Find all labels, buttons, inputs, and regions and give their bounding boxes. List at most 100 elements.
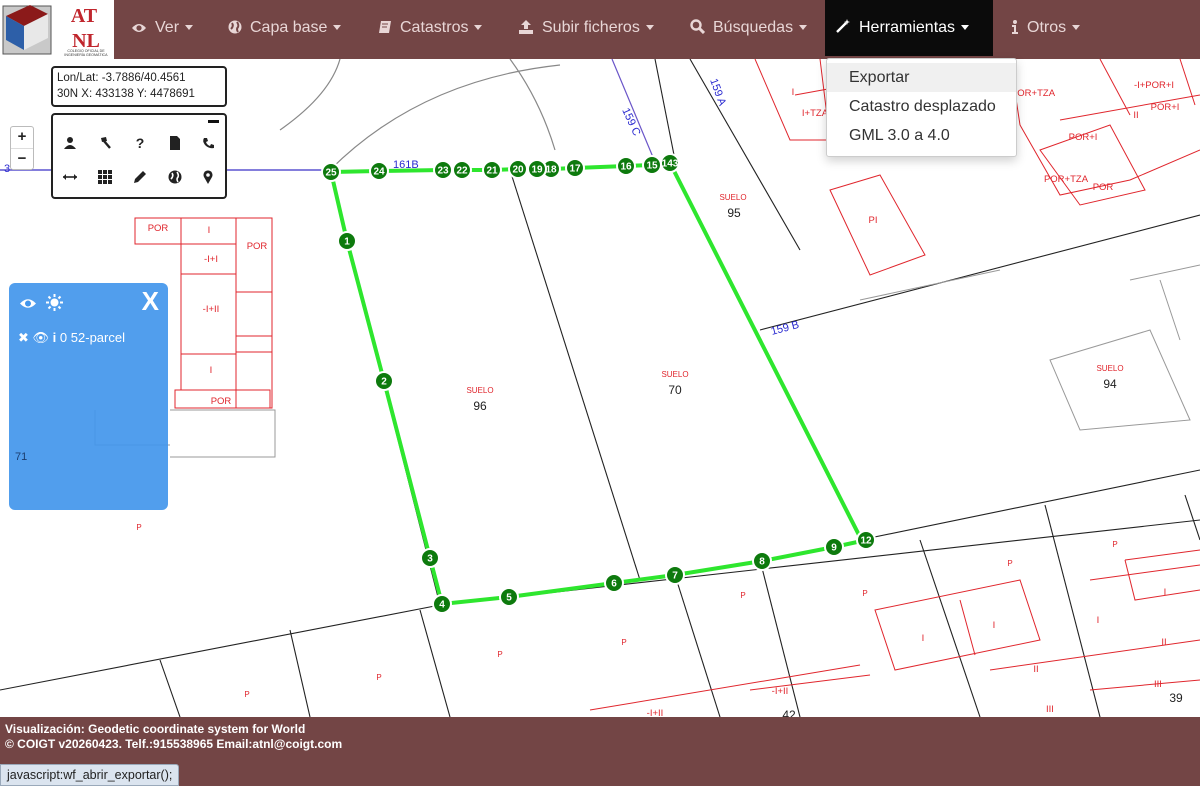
label-i-5: I [993,620,996,631]
parcel-vertex-20[interactable]: 20 [508,159,528,179]
label-ii-2: II [1161,637,1166,648]
top-navbar: NL AT COLEGIO OFICIAL DE INGENIERÍA GEOM… [0,0,1200,59]
svg-text:12: 12 [860,536,872,547]
label-p-6: P [621,638,626,647]
menu-catastro-desplazado[interactable]: Catastro desplazado [827,92,1016,121]
svg-text:4: 4 [439,600,445,611]
panel-close-button[interactable]: X [142,286,159,317]
coords-utm: 30N X: 433138 Y: 4478691 [57,88,195,100]
herramientas-dropdown: Exportar Catastro desplazado GML 3.0 a 4… [826,58,1017,157]
parcel-vertex-9[interactable]: 9 [824,537,844,557]
label-por-3: POR [211,396,232,407]
user-icon[interactable] [59,132,81,154]
label-iii-2: III [1046,704,1054,715]
minimize-icon[interactable] [208,120,219,123]
parcel-vertex-23[interactable]: 23 [433,160,453,180]
magic-wand-icon [836,19,850,33]
parcel-vertex-5[interactable]: 5 [499,587,519,607]
layer-eye-icon[interactable]: 👁 [33,330,50,345]
nav-herramientas-label: Herramientas [859,19,956,36]
layer-info-icon[interactable]: i [53,330,57,345]
nav-catastros[interactable]: Catastros [368,0,492,56]
label-ii-1: II [1133,110,1138,121]
parcel-vertex-16[interactable]: 16 [616,156,636,176]
parcel-vertex-24[interactable]: 24 [369,161,389,181]
label-pori-2: POR+I [1151,102,1180,113]
label-por-1: POR [148,223,169,234]
nav-ver[interactable]: Ver [121,0,203,56]
label-p-4: P [862,589,867,598]
label-i-7: I [1164,587,1167,598]
parcel-vertex-7[interactable]: 7 [665,565,685,585]
phone-icon[interactable] [197,132,219,154]
parcel-vertex-19[interactable]: 19 [527,159,547,179]
settings-sun-icon[interactable] [46,294,63,311]
nav-busquedas[interactable]: Búsquedas [680,0,817,56]
parcel-vertex-6[interactable]: 6 [604,573,624,593]
label-p-1: P [136,523,141,532]
label-i-1: I [208,225,211,236]
label-itza: I+TZA [802,108,829,119]
layer-name[interactable]: 52-parcel [71,330,125,345]
atnl-logo[interactable]: NL AT COLEGIO OFICIAL DE INGENIERÍA GEOM… [0,0,114,59]
parcel-vertex-2[interactable]: 2 [374,371,394,391]
visibility-eye-icon[interactable] [19,297,37,310]
label-suelo-70: SUELO [661,370,688,379]
file-icon[interactable] [164,132,186,154]
label-suelo-94: SUELO [1096,364,1123,373]
parcel-vertex-22[interactable]: 22 [452,160,472,180]
marker-icon[interactable] [197,166,219,188]
behind-parcel-number: 71 [15,451,28,463]
parcel-vertex-3[interactable]: 3 [420,548,440,568]
svg-text:15: 15 [646,161,658,172]
nav-herramientas[interactable]: Herramientas [825,0,993,56]
zoom-out-button[interactable]: − [11,148,33,169]
nav-otros[interactable]: Otros [1001,0,1090,56]
zoom-control: + − [10,126,34,170]
label-p-9: P [244,690,249,699]
label-portza-1: POR+TZA [1011,88,1056,99]
parcel-vertex-17[interactable]: 17 [565,158,585,178]
parcel-boundary[interactable] [328,160,865,607]
globe-icon [228,20,242,34]
pencil-icon[interactable] [129,166,151,188]
svg-text:22: 22 [456,166,468,177]
label-i-2: I [210,365,213,376]
parcel-number-95: 95 [727,206,741,220]
parcel-vertex-4[interactable]: 4 [432,594,452,614]
nav-subir-ficheros[interactable]: Subir ficheros [508,0,664,56]
nav-otros-label: Otros [1027,19,1067,36]
parcel-vertex-1[interactable]: 1 [337,231,357,251]
street-label-159b: 159 B [770,319,801,338]
svg-text:20: 20 [512,165,524,176]
eye-icon [132,24,146,32]
help-icon[interactable]: ? [129,132,151,154]
parcel-vertex-143[interactable]: 143 [660,153,680,173]
label-p-3: P [1112,540,1117,549]
nav-capa-base[interactable]: Capa base [218,0,351,56]
svg-text:3: 3 [427,554,433,565]
remove-layer-icon[interactable]: ✖ [18,330,29,345]
svg-text:2: 2 [381,377,387,388]
parcel-vertex-21[interactable]: 21 [482,160,502,180]
globe-icon[interactable] [164,166,186,188]
grid-icon[interactable] [94,166,116,188]
label-imi: -I+I [204,254,218,265]
svg-text:9: 9 [831,543,837,554]
label-ii-3: II [1033,664,1038,675]
svg-text:8: 8 [759,557,765,568]
parcel-vertex-12[interactable]: 12 [856,530,876,550]
measure-icon[interactable] [59,166,81,188]
label-iporpi: -I+POR+I [1134,80,1174,91]
parcel-vertex-15[interactable]: 15 [642,155,662,175]
footer-projection: Visualización: Geodetic coordinate syste… [5,722,306,736]
parcel-vertex-8[interactable]: 8 [752,551,772,571]
zoom-in-button[interactable]: + [11,127,33,148]
menu-gml-convert[interactable]: GML 3.0 a 4.0 [827,121,1016,150]
parcel-vertex-25[interactable]: 25 [321,162,341,182]
hammer-icon[interactable] [94,132,116,154]
label-iii-plus-2: -I+II [647,708,664,717]
coords-lonlat: Lon/Lat: -3.7886/40.4561 [57,72,186,84]
menu-exportar[interactable]: Exportar [827,63,1016,92]
label-por-4: POR [1093,182,1114,193]
